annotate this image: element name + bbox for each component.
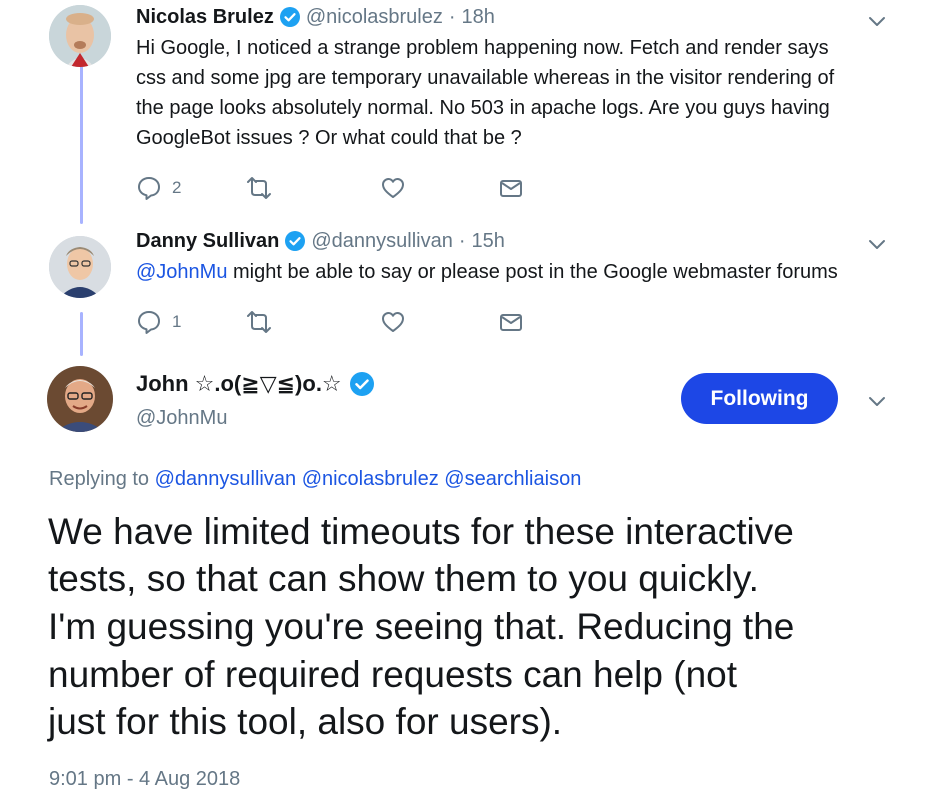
retweet-icon — [244, 309, 274, 335]
tweet-text-rest: might be able to say or please post in t… — [227, 261, 838, 283]
avatar[interactable] — [47, 366, 113, 432]
main-tweet-line: We have limited timeouts for these inter… — [48, 511, 794, 552]
tweet-actions: 2 — [136, 174, 536, 202]
chevron-down-icon[interactable] — [866, 233, 888, 255]
author-name[interactable]: Danny Sullivan — [136, 229, 279, 253]
replying-to: Replying to @dannysullivan @nicolasbrule… — [49, 468, 581, 491]
main-tweet-timestamp[interactable]: 9:01 pm - 4 Aug 2018 — [49, 768, 240, 791]
tweet-time[interactable]: 18h — [462, 5, 495, 29]
tweet-header: Nicolas Brulez @nicolasbrulez · 18h — [136, 5, 495, 29]
tweet-text-line: the page looks absolutely normal. No 503… — [136, 97, 830, 119]
replying-mention[interactable]: @nicolasbrulez — [302, 468, 439, 490]
main-author-handle[interactable]: @JohnMu — [136, 407, 227, 430]
main-tweet-line: I'm guessing you're seeing that. Reducin… — [48, 606, 795, 647]
tweet-text-line: GoogleBot issues ? Or what could that be… — [136, 127, 522, 149]
dm-button[interactable] — [498, 308, 524, 336]
heart-icon — [380, 175, 406, 201]
tweet-header: Danny Sullivan @dannysullivan · 15h — [136, 229, 505, 253]
reply-icon — [136, 175, 162, 201]
reply-icon — [136, 309, 162, 335]
like-button[interactable] — [380, 174, 406, 202]
dm-button[interactable] — [498, 174, 524, 202]
replying-mention[interactable]: @searchliaison — [444, 468, 581, 490]
heart-icon — [380, 309, 406, 335]
retweet-button[interactable] — [244, 174, 274, 202]
replying-prefix: Replying to — [49, 468, 150, 490]
verified-badge-icon — [285, 231, 306, 251]
separator: · — [458, 230, 466, 252]
reply-count: 1 — [172, 312, 182, 331]
thread-line — [80, 66, 83, 224]
avatar[interactable] — [49, 5, 111, 67]
tweet-text-line: css and some jpg are temporary unavailab… — [136, 67, 835, 89]
main-tweet-line: number of required requests can help (no… — [48, 654, 738, 695]
reply-button[interactable]: 2 — [136, 174, 181, 202]
tweet-actions: 1 — [136, 308, 536, 336]
reply-count: 2 — [172, 178, 182, 197]
tweet-text: @JohnMu might be able to say or please p… — [136, 257, 838, 287]
main-tweet-line: tests, so that can show them to you quic… — [48, 558, 759, 599]
separator: · — [448, 6, 456, 28]
tweet-text-line: Hi Google, I noticed a strange problem h… — [136, 37, 829, 59]
chevron-down-icon[interactable] — [866, 10, 888, 32]
tweet-time[interactable]: 15h — [472, 229, 505, 253]
thread-line — [80, 312, 83, 356]
replying-mention[interactable]: @dannysullivan — [155, 468, 297, 490]
mention-link[interactable]: @JohnMu — [136, 261, 227, 283]
like-button[interactable] — [380, 308, 406, 336]
following-button[interactable]: Following — [681, 373, 838, 424]
verified-badge-icon — [349, 372, 374, 396]
retweet-icon — [244, 175, 274, 201]
envelope-icon — [498, 309, 524, 335]
reply-button[interactable]: 1 — [136, 308, 181, 336]
envelope-icon — [498, 175, 524, 201]
author-name[interactable]: Nicolas Brulez — [136, 5, 274, 29]
main-tweet-line: just for this tool, also for users). — [48, 701, 563, 742]
avatar[interactable] — [49, 236, 111, 298]
author-handle[interactable]: @dannysullivan — [311, 229, 453, 253]
retweet-button[interactable] — [244, 308, 274, 336]
chevron-down-icon[interactable] — [866, 390, 888, 412]
verified-badge-icon — [279, 7, 300, 27]
main-author-name-row: John ☆.o(≧▽≦)o.☆ — [136, 371, 380, 397]
main-author-name[interactable]: John ☆.o(≧▽≦)o.☆ — [136, 371, 342, 397]
author-handle[interactable]: @nicolasbrulez — [306, 5, 443, 29]
